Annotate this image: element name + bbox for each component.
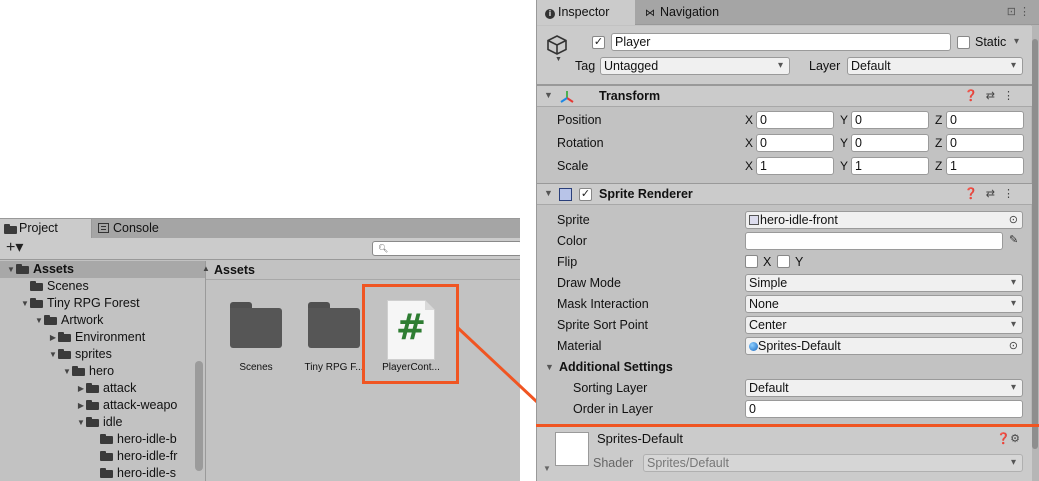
axis-label-y[interactable]: Y bbox=[840, 134, 848, 152]
axis-label-x[interactable]: X bbox=[745, 111, 753, 129]
sprite-renderer-enabled-checkbox[interactable]: ✓ bbox=[579, 188, 592, 201]
static-dropdown[interactable]: Static bbox=[975, 33, 1025, 51]
tag-label: Tag bbox=[575, 59, 596, 73]
flip-x-label: X bbox=[763, 255, 772, 269]
sprite-renderer-title: Sprite Renderer bbox=[599, 187, 693, 201]
transform-row-label: Position bbox=[557, 113, 602, 127]
material-field[interactable]: Sprites-Default ⊙ bbox=[745, 337, 1023, 355]
additional-settings-label[interactable]: Additional Settings bbox=[559, 358, 673, 376]
layer-label: Layer bbox=[809, 59, 841, 73]
sprite-sort-point-label: Sprite Sort Point bbox=[557, 318, 649, 332]
transform-y-input[interactable]: 0 bbox=[851, 111, 929, 129]
transform-x-input[interactable]: 0 bbox=[756, 134, 834, 152]
sprite-value: hero-idle-front bbox=[760, 213, 838, 227]
foldout-arrow-icon[interactable]: ▼ bbox=[543, 464, 551, 473]
sprite-renderer-icon bbox=[559, 188, 572, 201]
transform-z-input[interactable]: 1 bbox=[946, 157, 1024, 175]
static-checkbox[interactable] bbox=[957, 36, 970, 49]
material-tools-icon[interactable]: ❓⚙ bbox=[996, 432, 1020, 445]
color-label: Color bbox=[557, 234, 587, 248]
axis-label-z[interactable]: Z bbox=[935, 111, 942, 129]
axis-label-x[interactable]: X bbox=[745, 134, 753, 152]
cube-icon bbox=[547, 35, 567, 55]
inspector-window: i Inspector ⋈ Navigation ⊡ ⋮ ▼ ✓ Player St… bbox=[536, 0, 1039, 481]
tab-inspector[interactable]: i Inspector bbox=[537, 0, 635, 25]
transform-row-label: Scale bbox=[557, 159, 589, 173]
material-preview-swatch bbox=[555, 432, 589, 466]
transform-icon bbox=[560, 91, 574, 103]
foldout-arrow-icon[interactable]: ▼ bbox=[544, 90, 553, 100]
flip-x-checkbox[interactable] bbox=[745, 255, 758, 268]
foldout-arrow-icon[interactable]: ▼ bbox=[544, 188, 553, 198]
axis-label-y[interactable]: Y bbox=[840, 157, 848, 175]
mask-interaction-dropdown[interactable]: None bbox=[745, 295, 1023, 313]
sorting-layer-dropdown[interactable]: Default bbox=[745, 379, 1023, 397]
tab-inspector-label: Inspector bbox=[558, 5, 610, 19]
sprite-renderer-header[interactable]: ▼ ✓ Sprite Renderer ❓⇄⋮ bbox=[537, 183, 1032, 205]
transform-z-input[interactable]: 0 bbox=[946, 134, 1024, 152]
order-in-layer-label: Order in Layer bbox=[573, 402, 653, 416]
tag-dropdown[interactable]: Untagged bbox=[600, 57, 790, 75]
axis-label-y[interactable]: Y bbox=[840, 111, 848, 129]
transform-z-input[interactable]: 0 bbox=[946, 111, 1024, 129]
cube-dropdown-icon[interactable]: ▼ bbox=[555, 56, 562, 63]
material-name: Sprites-Default bbox=[597, 431, 683, 446]
component-tools-icon[interactable]: ❓⇄⋮ bbox=[964, 187, 1022, 200]
object-picker-icon[interactable]: ⊙ bbox=[1009, 338, 1018, 354]
gameobject-header: ▼ ✓ Player Static Tag Untagged Layer Def… bbox=[537, 26, 1032, 85]
sprite-field[interactable]: hero-idle-front ⊙ bbox=[745, 211, 1023, 229]
tab-navigation[interactable]: ⋈ Navigation bbox=[645, 0, 755, 25]
sprite-label: Sprite bbox=[557, 213, 590, 227]
color-field[interactable] bbox=[745, 232, 1003, 250]
transform-x-input[interactable]: 0 bbox=[756, 111, 834, 129]
flip-y-checkbox[interactable] bbox=[777, 255, 790, 268]
sprite-asset-icon bbox=[749, 215, 759, 225]
transform-x-input[interactable]: 1 bbox=[756, 157, 834, 175]
draw-mode-label: Draw Mode bbox=[557, 276, 621, 290]
eyedropper-icon[interactable]: ✎ bbox=[1009, 233, 1018, 246]
material-sphere-icon bbox=[749, 342, 758, 351]
tab-navigation-label: Navigation bbox=[660, 5, 720, 19]
axis-label-z[interactable]: Z bbox=[935, 157, 942, 175]
axis-label-x[interactable]: X bbox=[745, 157, 753, 175]
transform-y-input[interactable]: 0 bbox=[851, 134, 929, 152]
transform-header[interactable]: ▼ Transform ❓⇄⋮ bbox=[537, 85, 1032, 107]
draw-mode-dropdown[interactable]: Simple bbox=[745, 274, 1023, 292]
object-picker-icon[interactable]: ⊙ bbox=[1009, 212, 1018, 228]
material-section: ▼ Sprites-Default ❓⚙ Shader Sprites/Defa… bbox=[537, 426, 1032, 481]
foldout-arrow-icon[interactable]: ▼ bbox=[545, 362, 554, 372]
lock-icon[interactable]: ⊡ ⋮ bbox=[1007, 5, 1030, 18]
component-tools-icon[interactable]: ❓⇄⋮ bbox=[964, 89, 1022, 102]
sorting-layer-label: Sorting Layer bbox=[573, 381, 648, 395]
transform-title: Transform bbox=[599, 89, 661, 103]
flip-y-label: Y bbox=[795, 255, 804, 269]
axis-label-z[interactable]: Z bbox=[935, 134, 942, 152]
object-name-input[interactable]: Player bbox=[611, 33, 951, 51]
material-label: Material bbox=[557, 339, 602, 353]
order-in-layer-input[interactable]: 0 bbox=[745, 400, 1023, 418]
transform-y-input[interactable]: 1 bbox=[851, 157, 929, 175]
inspector-scrollbar[interactable] bbox=[1031, 25, 1039, 481]
inspector-tabbar: i Inspector ⋈ Navigation ⊡ ⋮ bbox=[537, 0, 1039, 25]
highlight-divider-line bbox=[536, 424, 1039, 427]
transform-row-label: Rotation bbox=[557, 136, 604, 150]
mask-interaction-label: Mask Interaction bbox=[557, 297, 649, 311]
material-value: Sprites-Default bbox=[758, 339, 841, 353]
info-icon: i bbox=[545, 9, 555, 19]
active-checkbox[interactable]: ✓ bbox=[592, 36, 605, 49]
layer-dropdown[interactable]: Default bbox=[847, 57, 1023, 75]
shader-dropdown[interactable]: Sprites/Default bbox=[643, 454, 1023, 472]
flip-label: Flip bbox=[557, 255, 578, 269]
shader-label: Shader bbox=[593, 456, 634, 470]
sprite-sort-point-dropdown[interactable]: Center bbox=[745, 316, 1023, 334]
navigation-icon: ⋈ bbox=[645, 8, 655, 19]
